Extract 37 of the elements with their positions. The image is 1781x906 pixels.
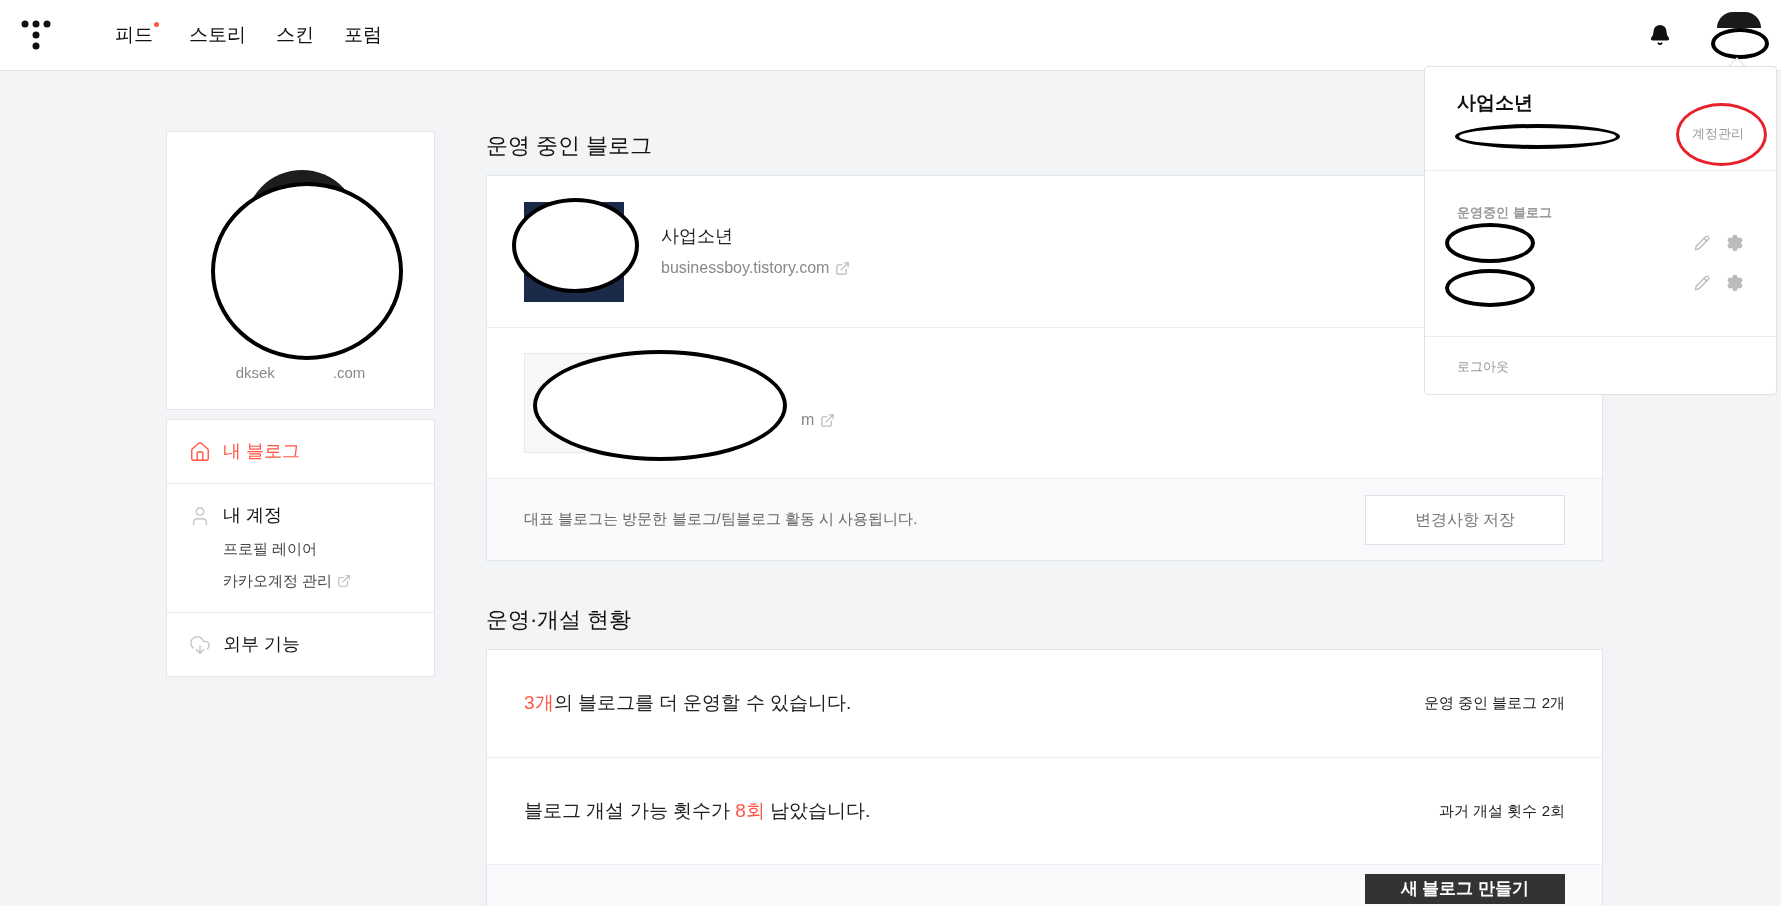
blog-url-link[interactable]: m [801,408,815,432]
section-label: 운영중인 블로그 [1457,204,1553,222]
settings-icon[interactable] [1726,233,1744,252]
blog-name: 사업소년 [661,225,734,248]
menu-item[interactable]: 외부 기능 [189,631,412,658]
edit-icon[interactable] [1694,234,1710,251]
account-name: 사업소년 [1457,91,1534,115]
avatar[interactable] [1717,12,1761,28]
edit-icon[interactable] [1694,274,1710,291]
status-text: 3개의 블로그를 더 운영할 수 있습니다. [524,691,852,716]
settings-icon[interactable] [1726,273,1744,292]
blog-url-link[interactable]: businessboy.tistory.com [661,256,851,280]
menu-item[interactable]: 내 계정 [189,502,412,529]
email-text: dksek [235,363,275,383]
note-text: 대표 블로그는 방문한 블로그/팀블로그 활동 시 사용됩니다. [524,509,918,530]
save-changes-button[interactable]: 변경사항 저장 [1365,494,1565,545]
home-icon [189,440,211,463]
new-blog-button[interactable]: 새 블로그 만들기 [1365,874,1565,904]
nav-link[interactable]: 피드 [115,20,153,50]
cloud-download-icon [189,633,211,656]
section-title: 운영 중인 블로그 [486,132,653,160]
status-count: 운영 중인 블로그 2개 [1424,693,1565,714]
nav-link[interactable]: 포럼 [344,20,382,50]
section-title: 운영·개설 현황 [486,606,632,634]
external-link-icon [835,260,851,276]
email-text: .com [332,363,366,383]
status-count: 과거 개설 횟수 2회 [1439,800,1565,821]
nav-link[interactable]: 스킨 [276,20,314,50]
external-link-icon [337,573,352,588]
submenu-link[interactable]: 카카오계정 관리 [223,569,333,592]
logo-icon [21,19,53,51]
external-link-icon [820,412,836,428]
nav-link[interactable]: 스토리 [189,20,246,50]
status-text: 블로그 개설 가능 횟수가 8회 남았습니다. [524,798,871,823]
submenu-link[interactable]: 프로필 레이어 [223,538,318,561]
bell-icon[interactable] [1649,24,1671,46]
redaction-oval [1711,28,1769,59]
